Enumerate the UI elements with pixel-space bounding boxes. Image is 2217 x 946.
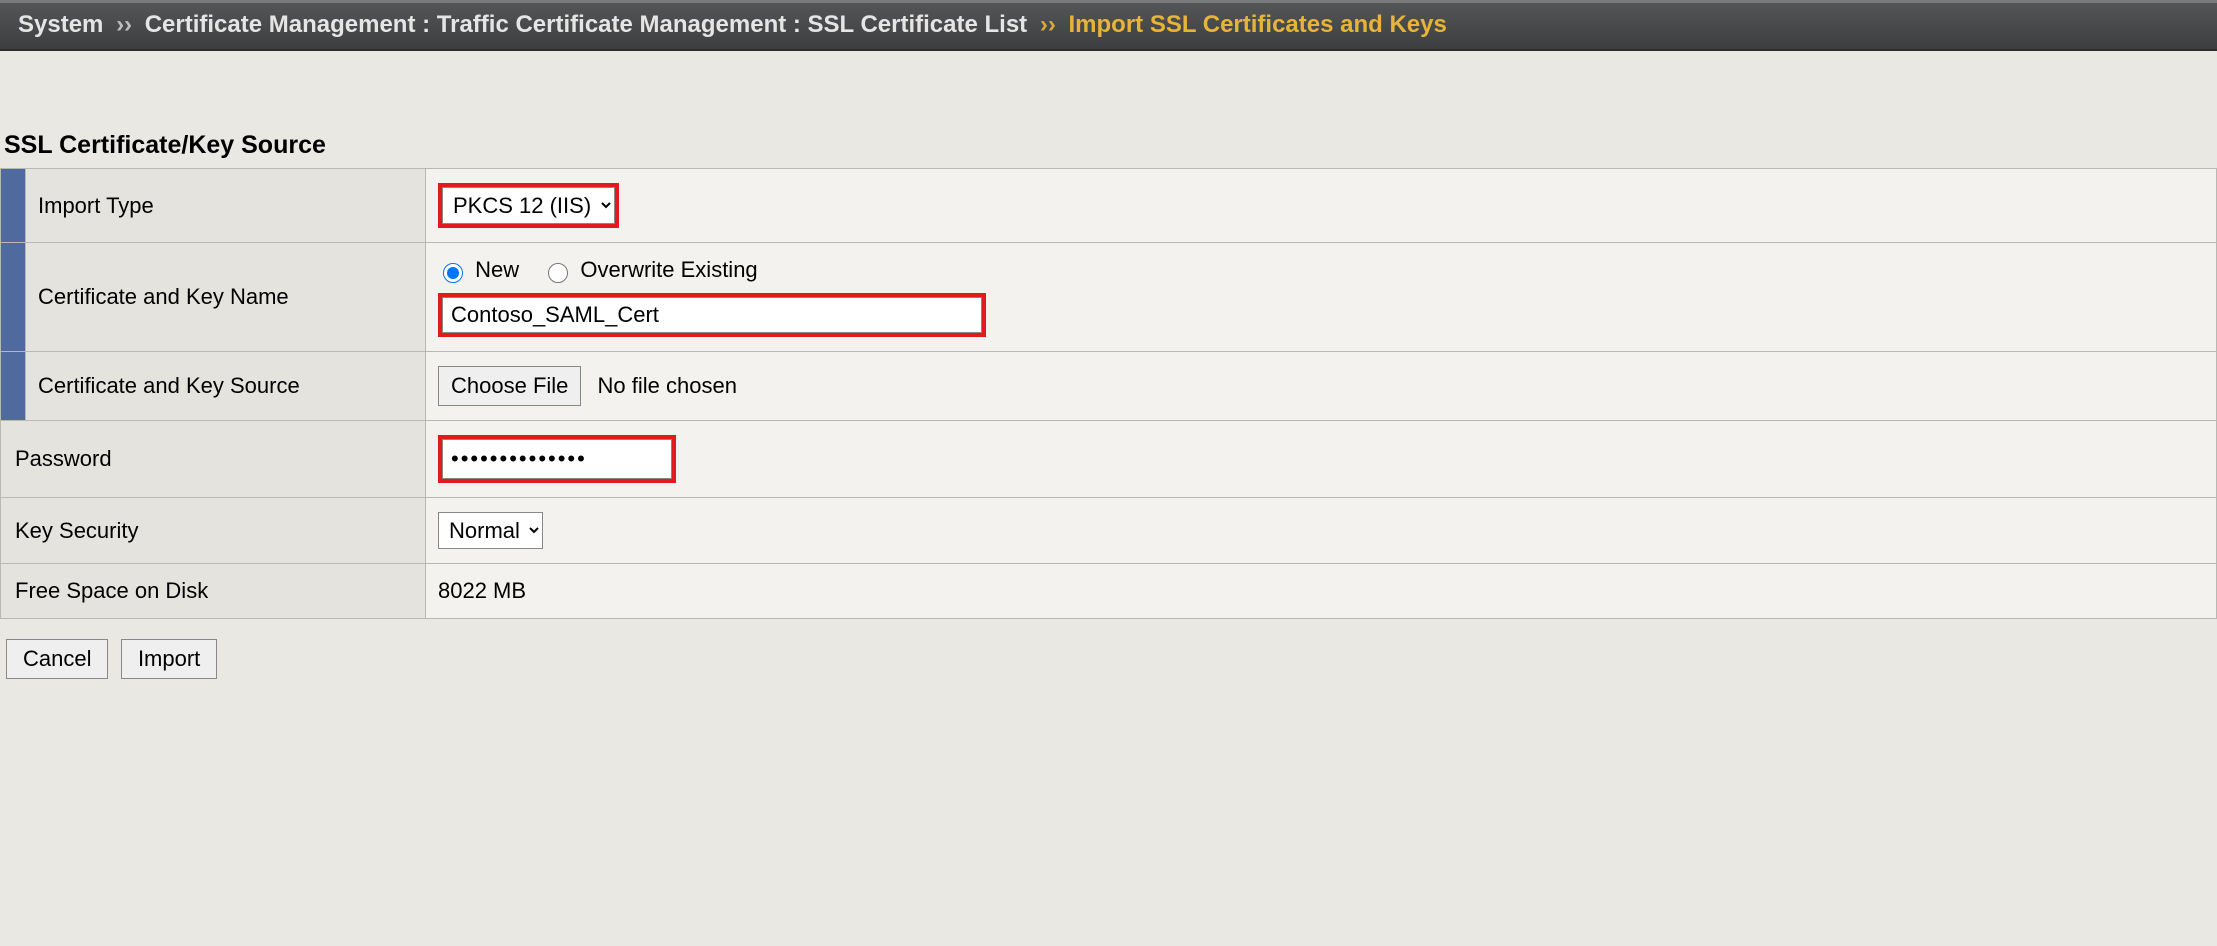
radio-overwrite-label[interactable]: Overwrite Existing (543, 257, 757, 282)
key-security-cell: Normal (426, 498, 2217, 564)
password-cell (426, 421, 2217, 498)
key-security-select[interactable]: Normal (438, 512, 543, 549)
radio-new[interactable] (443, 263, 463, 283)
free-space-value: 8022 MB (426, 564, 2217, 619)
password-label: Password (1, 421, 426, 498)
import-type-select[interactable]: PKCS 12 (IIS) (442, 187, 615, 224)
radio-new-label[interactable]: New (438, 257, 525, 282)
radio-overwrite-text: Overwrite Existing (580, 257, 757, 282)
cert-name-input[interactable] (442, 297, 982, 333)
row-accent (1, 352, 26, 421)
breadcrumb-root[interactable]: System (18, 11, 103, 38)
section-title: SSL Certificate/Key Source (4, 131, 2217, 160)
password-input[interactable] (442, 439, 672, 479)
cert-name-radio-group: New Overwrite Existing (438, 257, 2204, 283)
radio-new-text: New (475, 257, 519, 282)
breadcrumb-path[interactable]: Certificate Management : Traffic Certifi… (145, 11, 1027, 38)
import-button[interactable]: Import (121, 639, 217, 679)
breadcrumb-current: Import SSL Certificates and Keys (1069, 11, 1447, 38)
breadcrumb-sep: ›› (110, 11, 138, 38)
cert-key-source-cell: Choose File No file chosen (426, 352, 2217, 421)
cert-name-input-highlight (438, 293, 986, 337)
cert-key-source-label: Certificate and Key Source (26, 352, 426, 421)
breadcrumb-bar: System ›› Certificate Management : Traff… (0, 0, 2217, 51)
radio-overwrite[interactable] (548, 263, 568, 283)
breadcrumb-sep: ›› (1034, 11, 1062, 38)
choose-file-button[interactable]: Choose File (438, 366, 581, 406)
ssl-cert-key-source-form: Import Type PKCS 12 (IIS) Certificate an… (0, 168, 2217, 619)
action-buttons: Cancel Import (6, 639, 2217, 679)
row-accent (1, 243, 26, 352)
import-type-label: Import Type (26, 169, 426, 243)
cert-key-name-label: Certificate and Key Name (26, 243, 426, 352)
password-highlight (438, 435, 676, 483)
free-space-label: Free Space on Disk (1, 564, 426, 619)
cancel-button[interactable]: Cancel (6, 639, 108, 679)
cert-key-name-cell: New Overwrite Existing (426, 243, 2217, 352)
key-security-label: Key Security (1, 498, 426, 564)
import-type-cell: PKCS 12 (IIS) (426, 169, 2217, 243)
row-accent (1, 169, 26, 243)
file-chosen-status: No file chosen (598, 373, 737, 398)
import-type-highlight: PKCS 12 (IIS) (438, 183, 619, 228)
